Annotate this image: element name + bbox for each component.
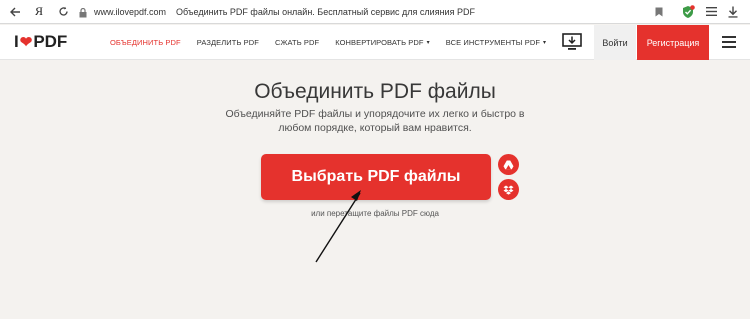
tab-title: Объединить PDF файлы онлайн. Бесплатный … xyxy=(176,6,475,17)
drop-hint: или перетащите файлы PDF сюда xyxy=(311,209,439,218)
desktop-download-icon[interactable] xyxy=(562,32,582,52)
nav-item-label: КОНВЕРТИРОВАТЬ PDF xyxy=(335,37,424,47)
page-title: Объединить PDF файлы xyxy=(254,80,496,103)
nav-item-all-tools[interactable]: ВСЕ ИНСТРУМЕНТЫ PDF ▾ xyxy=(446,38,546,47)
hamburger-icon[interactable] xyxy=(722,36,736,48)
login-label: Войти xyxy=(602,37,628,48)
register-label: Регистрация xyxy=(646,37,700,48)
register-button[interactable]: Регистрация xyxy=(637,25,709,60)
heart-icon: ❤ xyxy=(19,34,33,51)
browser-toolbar: Я www.ilovepdf.com Объединить PDF файлы … xyxy=(0,0,750,24)
nav-item-split[interactable]: РАЗДЕЛИТЬ PDF xyxy=(197,38,259,47)
select-button-label: Выбрать PDF файлы xyxy=(291,168,461,185)
yandex-button[interactable]: Я xyxy=(30,0,48,24)
nav-item-label: РАЗДЕЛИТЬ PDF xyxy=(196,37,259,47)
shield-extension-icon[interactable] xyxy=(680,0,696,24)
dropbox-icon xyxy=(503,185,514,195)
url-field[interactable]: www.ilovepdf.com xyxy=(94,7,166,17)
yandex-label: Я xyxy=(34,4,43,18)
login-button[interactable]: Войти xyxy=(594,25,636,60)
nav-item-label: СЖАТЬ PDF xyxy=(274,37,320,47)
dropbox-button[interactable] xyxy=(498,179,519,200)
logo-letter-i: I xyxy=(14,32,19,51)
hamburger-menu-icon[interactable] xyxy=(704,0,718,24)
download-icon[interactable] xyxy=(726,0,740,24)
ilovepdf-logo[interactable]: I ❤ PDF xyxy=(14,32,94,52)
google-drive-button[interactable] xyxy=(498,154,519,175)
bookmark-icon[interactable] xyxy=(652,0,666,24)
nav-item-convert[interactable]: КОНВЕРТИРОВАТЬ PDF ▾ xyxy=(335,38,430,47)
arrow-left-icon xyxy=(9,7,20,16)
reload-button[interactable] xyxy=(54,0,72,24)
google-drive-icon xyxy=(503,160,514,169)
nav-item-label: ВСЕ ИНСТРУМЕНТЫ PDF xyxy=(445,37,541,47)
chevron-down-icon: ▾ xyxy=(543,39,547,46)
lock-icon xyxy=(78,6,88,18)
nav-item-merge[interactable]: ОБЪЕДИНИТЬ PDF xyxy=(110,38,181,47)
select-pdf-files-button[interactable]: Выбрать PDF файлы xyxy=(261,154,491,200)
site-header: I ❤ PDF ОБЪЕДИНИТЬ PDF РАЗДЕЛИТЬ PDF СЖА… xyxy=(0,25,750,60)
main-nav: ОБЪЕДИНИТЬ PDF РАЗДЕЛИТЬ PDF СЖАТЬ PDF К… xyxy=(110,25,562,60)
reload-icon xyxy=(58,6,68,16)
nav-item-compress[interactable]: СЖАТЬ PDF xyxy=(275,38,319,47)
nav-item-label: ОБЪЕДИНИТЬ PDF xyxy=(110,37,181,47)
chevron-down-icon: ▾ xyxy=(426,39,430,46)
back-button[interactable] xyxy=(6,0,24,24)
logo-pdf: PDF xyxy=(33,32,68,51)
page-subtitle: Объединяйте PDF файлы и упорядочите их л… xyxy=(225,108,525,134)
